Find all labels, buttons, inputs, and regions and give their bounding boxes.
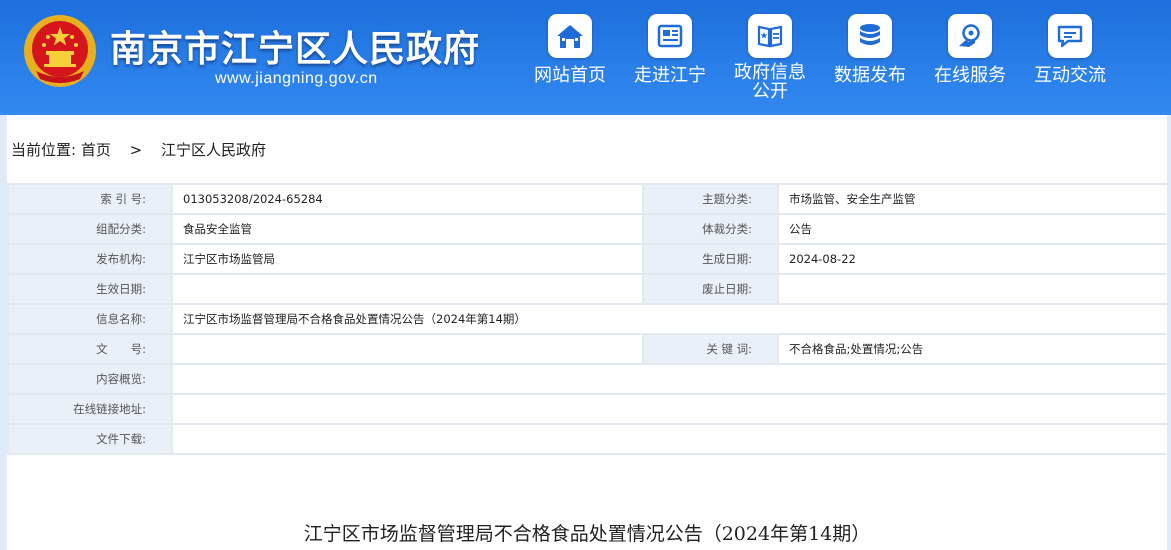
breadcrumb: 当前位置: 首页 > 江宁区人民政府 (11, 139, 266, 160)
keywords-value: 不合格食品;处置情况;公告 (777, 333, 1169, 365)
keywords-label: 关 键 词: (642, 333, 779, 365)
index-value: 013053208/2024-65284 (171, 183, 644, 215)
nav-label: 走进江宁 (634, 65, 706, 86)
nav-item-about[interactable]: 走进江宁 (620, 14, 720, 85)
effective-date-label: 生效日期: (7, 273, 173, 305)
national-emblem-icon[interactable] (22, 13, 98, 89)
chat-icon (1048, 14, 1092, 58)
index-label: 索 引 号: (7, 183, 173, 215)
home-icon (548, 14, 592, 58)
file-download-label: 文件下载: (7, 423, 173, 455)
nav-item-interaction[interactable]: 互动交流 (1020, 14, 1120, 85)
nav-label: 网站首页 (534, 65, 606, 86)
nav-item-service[interactable]: 在线服务 (920, 14, 1020, 85)
table-row: 内容概览: (7, 363, 1169, 395)
table-row: 文 号: 关 键 词: 不合格食品;处置情况;公告 (7, 333, 1169, 365)
site-title[interactable]: 南京市江宁区人民政府 (110, 20, 480, 72)
publisher-label: 发布机构: (7, 243, 173, 275)
table-row: 在线链接地址: (7, 393, 1169, 425)
document-title: 江宁区市场监督管理局不合格食品处置情况公告（2024年第14期） (303, 523, 871, 545)
breadcrumb-home-link[interactable]: 首页 (81, 141, 111, 159)
publisher-value: 江宁区市场监管局 (171, 243, 644, 275)
main-content: 当前位置: 首页 > 江宁区人民政府 索 引 号: 013053208/2024… (7, 115, 1169, 550)
breadcrumb-prefix: 当前位置: (11, 141, 77, 159)
genre-label: 体裁分类: (642, 213, 779, 245)
nav-item-gov-info[interactable]: 政府信息公开 (720, 14, 820, 101)
newspaper-icon (648, 14, 692, 58)
nav-label: 数据发布 (834, 65, 906, 86)
expire-date-label: 废止日期: (642, 273, 779, 305)
document-meta-table: 索 引 号: 013053208/2024-65284 主题分类: 市场监管、安… (7, 183, 1169, 455)
info-name-value: 江宁区市场监督管理局不合格食品处置情况公告（2024年第14期） (171, 303, 1169, 335)
nav-label: 在线服务 (934, 65, 1006, 86)
site-header: 南京市江宁区人民政府 www.jiangning.gov.cn 网站首页 走进江… (0, 0, 1171, 115)
table-row: 生效日期: 废止日期: (7, 273, 1169, 305)
nav-item-home[interactable]: 网站首页 (520, 14, 620, 85)
table-row: 组配分类: 食品安全监管 体裁分类: 公告 (7, 213, 1169, 245)
table-row: 发布机构: 江宁区市场监管局 生成日期: 2024-08-22 (7, 243, 1169, 275)
database-icon (848, 14, 892, 58)
created-date-label: 生成日期: (642, 243, 779, 275)
summary-value (171, 363, 1169, 395)
book-icon (748, 14, 792, 58)
org-label: 组配分类: (7, 213, 173, 245)
created-date-value: 2024-08-22 (777, 243, 1169, 275)
genre-value: 公告 (777, 213, 1169, 245)
site-url: www.jiangning.gov.cn (215, 70, 378, 87)
doc-number-value (171, 333, 644, 365)
doc-number-label: 文 号: (7, 333, 173, 365)
org-value: 食品安全监管 (171, 213, 644, 245)
info-name-label: 信息名称: (7, 303, 173, 335)
service-icon (948, 14, 992, 58)
table-row: 文件下载: (7, 423, 1169, 455)
nav-label: 政府信息公开 (734, 62, 806, 102)
breadcrumb-separator: > (129, 141, 143, 159)
effective-date-value (171, 273, 644, 305)
table-row: 索 引 号: 013053208/2024-65284 主题分类: 市场监管、安… (7, 183, 1169, 215)
file-download-value[interactable] (171, 423, 1169, 455)
summary-label: 内容概览: (7, 363, 173, 395)
online-link-label: 在线链接地址: (7, 393, 173, 425)
table-row: 信息名称: 江宁区市场监督管理局不合格食品处置情况公告（2024年第14期） (7, 303, 1169, 335)
topic-label: 主题分类: (642, 183, 779, 215)
topic-value: 市场监管、安全生产监管 (777, 183, 1169, 215)
nav-item-data[interactable]: 数据发布 (820, 14, 920, 85)
breadcrumb-current-link[interactable]: 江宁区人民政府 (161, 141, 266, 159)
expire-date-value (777, 273, 1169, 305)
online-link-value[interactable] (171, 393, 1169, 425)
nav-label: 互动交流 (1034, 65, 1106, 86)
main-nav: 网站首页 走进江宁 政府信息公开 数据发布 在线服务 互动交流 (520, 14, 1160, 110)
